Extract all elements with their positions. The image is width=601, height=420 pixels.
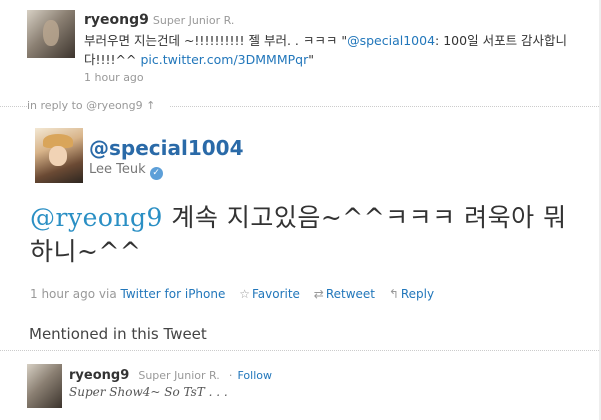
reply-label: Reply <box>400 287 435 301</box>
pic-link[interactable]: pic.twitter.com/3DMMMPqr <box>140 52 308 67</box>
divider-right <box>170 106 601 107</box>
full-name: Super Junior R. <box>152 14 235 27</box>
via-label: via <box>98 287 117 301</box>
mentioned-full-name: Super Junior R. <box>138 369 220 382</box>
mention-link[interactable]: @special1004 <box>347 33 435 48</box>
follow-button[interactable]: Follow <box>238 369 273 382</box>
reply-arrow-icon: ↰ <box>388 287 399 301</box>
reply-name-line: ryeong9 Super Junior R. <box>84 10 584 28</box>
tweet-text: 부러우면 지는건데 ~!!!!!!!!!! 젤 부러. . ㅋㅋㅋ "@spec… <box>84 31 584 69</box>
in-reply-to-link[interactable]: in reply to @ryeong9 ↑ <box>27 99 155 112</box>
tweet-text-start: 부러우면 지는건데 ~!!!!!!!!!! 젤 부러. . ㅋㅋㅋ " <box>84 33 348 48</box>
main-avatar[interactable] <box>35 128 83 183</box>
separator-dot: · <box>228 369 233 382</box>
main-handle[interactable]: @special1004 <box>89 136 244 160</box>
section-divider <box>0 350 601 351</box>
favorite-label: Favorite <box>251 287 300 301</box>
mentioned-screen-name[interactable]: ryeong9 <box>69 368 129 383</box>
main-timestamp[interactable]: 1 hour ago <box>30 287 95 301</box>
timestamp[interactable]: 1 hour ago <box>84 71 584 84</box>
verified-badge-icon: ✓ <box>149 167 163 180</box>
tweet-meta: 1 hour ago via Twitter for iPhone ☆ Favor… <box>30 286 434 302</box>
reply-button[interactable]: ↰ Reply <box>389 287 434 301</box>
reply-tweet-body: ryeong9 Super Junior R. 부러우면 지는건데 ~!!!!!!… <box>84 10 584 84</box>
screen-name[interactable]: ryeong9 <box>84 12 149 28</box>
mentioned-user-bio: Super Show4~ So TsT . . . <box>69 385 228 399</box>
mentioned-user-line: ryeong9 Super Junior R. · Follow <box>69 366 272 384</box>
mentioned-user-avatar[interactable] <box>27 364 62 408</box>
retweet-label: Retweet <box>325 287 375 301</box>
star-outline-icon: ☆ <box>239 287 250 301</box>
tweet-text-end: " <box>308 52 314 67</box>
mentioned-section-title: Mentioned in this Tweet <box>29 325 207 343</box>
avatar[interactable] <box>27 10 75 58</box>
divider-left <box>0 106 27 107</box>
favorite-button[interactable]: ☆ Favorite <box>239 287 300 301</box>
retweet-icon: ⇄ <box>313 287 324 301</box>
main-full-name: Lee Teuk <box>89 162 146 177</box>
retweet-button[interactable]: ⇄ Retweet <box>314 287 375 301</box>
main-tweet-text: @ryeong9 계속 지고있음~^^ㅋㅋㅋ 려욱아 뭐하니~^^ <box>30 201 570 269</box>
main-mention-link[interactable]: @ryeong9 <box>30 203 163 232</box>
main-name-line: Lee Teuk ✓ <box>89 162 163 180</box>
via-app-link[interactable]: Twitter for iPhone <box>121 287 226 301</box>
